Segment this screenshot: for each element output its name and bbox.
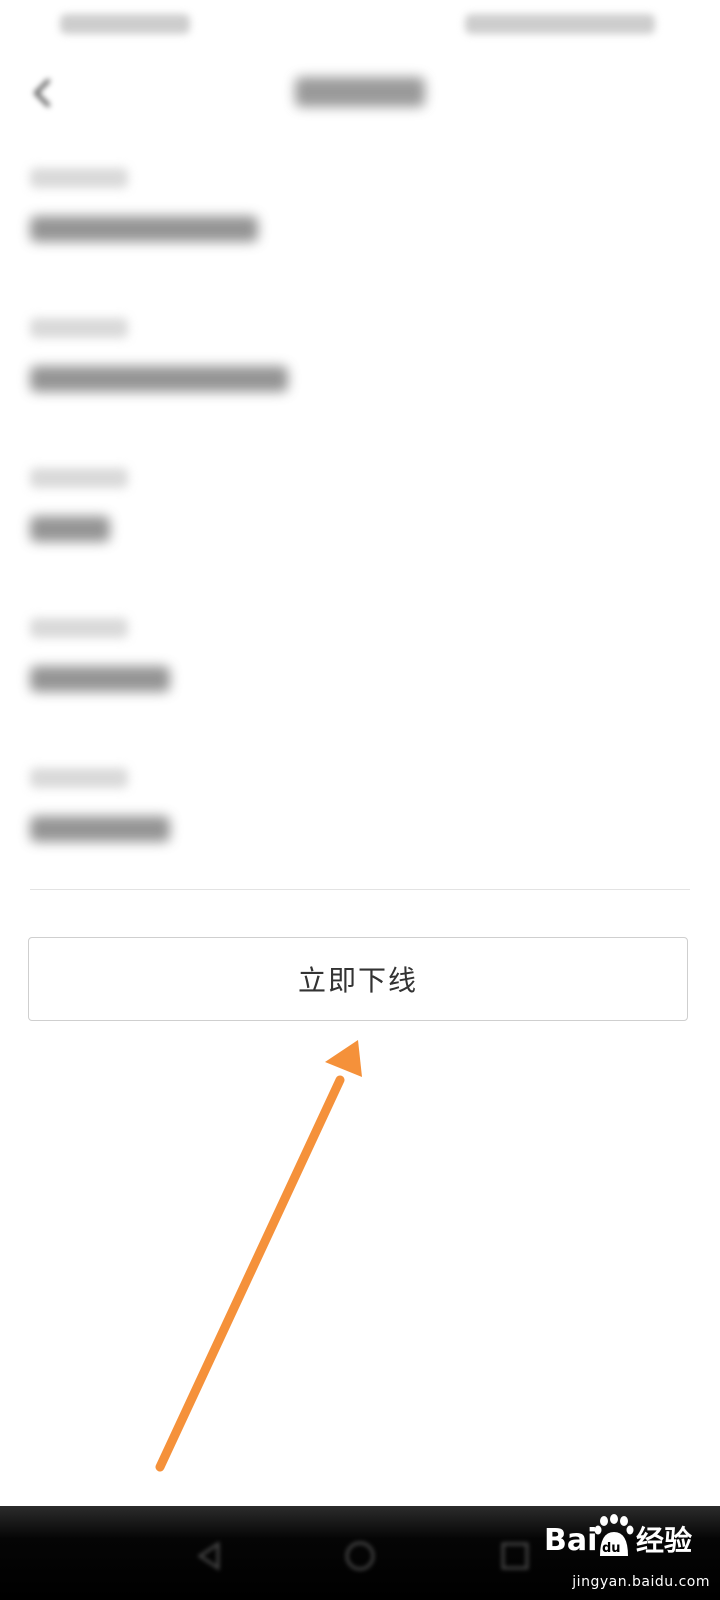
annotation-arrow-head (325, 1040, 362, 1077)
info-row (30, 468, 670, 578)
square-recent-icon[interactable] (495, 1536, 535, 1576)
page-title (295, 77, 425, 107)
triangle-back-icon[interactable] (190, 1536, 230, 1576)
info-value (30, 816, 170, 842)
svg-text:经验: 经验 (636, 1524, 692, 1557)
info-label (30, 168, 128, 188)
status-bar (0, 0, 720, 50)
svg-text:Bai: Bai (544, 1523, 597, 1558)
info-label (30, 618, 128, 638)
info-label (30, 468, 128, 488)
baidu-logo-icon: Bai du 经验 (544, 1514, 692, 1558)
info-value (30, 666, 170, 692)
svg-text:du: du (602, 1541, 621, 1556)
info-row (30, 168, 670, 278)
circle-home-icon[interactable] (340, 1536, 380, 1576)
info-value (30, 216, 258, 242)
status-bar-left (60, 14, 190, 34)
baidu-watermark: Bai du 经验 jingyan.baidu.com (542, 1512, 712, 1592)
info-value (30, 366, 288, 392)
info-row (30, 618, 670, 728)
status-bar-right (465, 14, 655, 34)
info-value (30, 516, 110, 542)
info-label (30, 768, 128, 788)
chevron-left-icon[interactable] (24, 73, 64, 113)
watermark-url: jingyan.baidu.com (572, 1574, 710, 1590)
navigation-bar: Bai du 经验 jingyan.baidu.com (0, 1506, 720, 1600)
annotation-arrow-shaft (155, 1075, 345, 1472)
divider (30, 889, 690, 890)
info-row (30, 318, 670, 428)
info-row (30, 768, 670, 878)
info-label (30, 318, 128, 338)
offline-now-button[interactable]: 立即下线 (28, 937, 688, 1021)
header (0, 55, 720, 135)
